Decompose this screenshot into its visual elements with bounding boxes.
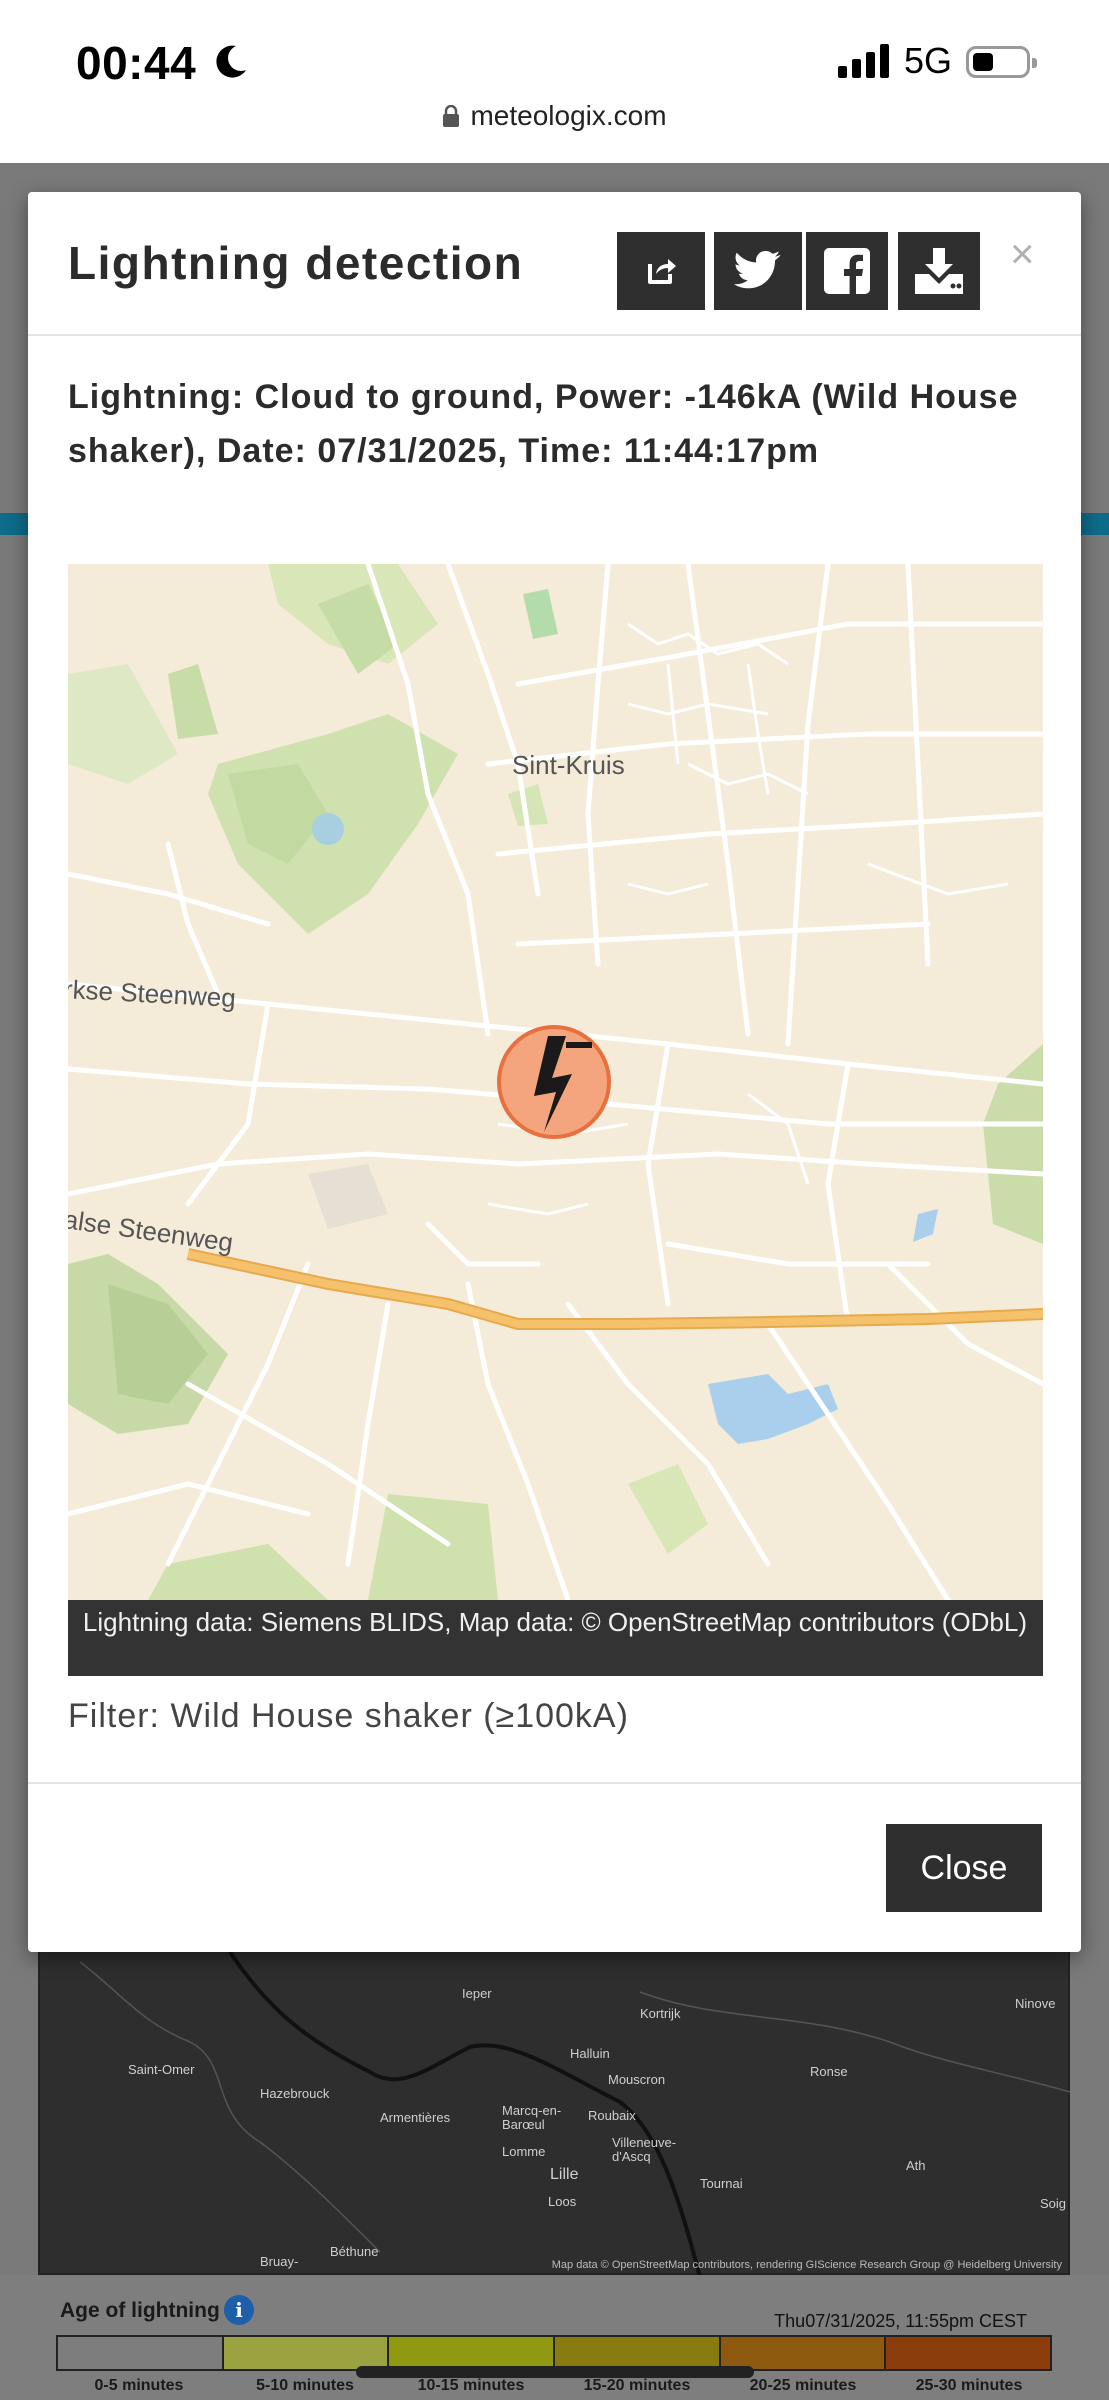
address-bar[interactable]: meteologix.com bbox=[0, 100, 1109, 132]
close-x-button[interactable]: × bbox=[1010, 230, 1035, 278]
place-label: Marcq-en-Barœul bbox=[502, 2103, 562, 2132]
legend-swatch bbox=[223, 2337, 390, 2369]
legend-swatch bbox=[58, 2337, 224, 2369]
share-button[interactable] bbox=[617, 232, 705, 310]
legend-swatch bbox=[720, 2337, 887, 2369]
place-label: Soig bbox=[1040, 2196, 1067, 2211]
url-text: meteologix.com bbox=[470, 100, 667, 131]
place-label: Kortrijk bbox=[640, 2006, 681, 2021]
moon-icon bbox=[216, 45, 246, 78]
legend-label: 25-30 minutes bbox=[915, 2377, 1023, 2394]
filter-label: Filter: Wild House shaker (≥100kA) bbox=[68, 1697, 629, 1735]
place-label: Tournai bbox=[700, 2176, 743, 2191]
legend-label: 15-20 minutes bbox=[583, 2377, 691, 2394]
lightning-location-map[interactable]: Sint-Kruis rkse Steenweg alse Steenweg bbox=[68, 564, 1043, 1600]
clock: 00:44 bbox=[76, 37, 197, 89]
lock-icon bbox=[443, 105, 460, 127]
lightning-age-legend: Age of lightning i Thu07/31/2025, 11:55p… bbox=[0, 2275, 1109, 2400]
network-type: 5G bbox=[904, 40, 953, 81]
facebook-icon bbox=[824, 248, 870, 294]
close-button[interactable]: Close bbox=[886, 1824, 1042, 1912]
facebook-button[interactable] bbox=[806, 232, 888, 310]
place-label: Ninove bbox=[1015, 1996, 1056, 2011]
legend-swatch bbox=[555, 2337, 721, 2369]
background-lightning-map[interactable]: Ieper Kortrijk Ninove Saint-Omer Hazebro… bbox=[38, 1950, 1071, 2277]
place-label: Mouscron bbox=[608, 2072, 666, 2087]
place-label: Villeneuve-d'Ascq bbox=[612, 2135, 677, 2164]
place-label: Halluin bbox=[570, 2046, 610, 2061]
battery-icon bbox=[966, 46, 1037, 78]
legend-label: 0-5 minutes bbox=[94, 2377, 184, 2394]
download-icon bbox=[915, 248, 963, 294]
modal-title: Lightning detection bbox=[68, 237, 524, 289]
place-label: Hazebrouck bbox=[260, 2086, 330, 2101]
place-label: Saint-Omer bbox=[128, 2062, 195, 2077]
map-tiles bbox=[68, 564, 1043, 1600]
place-label: Roubaix bbox=[588, 2108, 636, 2123]
map-attribution: Lightning data: Siemens BLIDS, Map data:… bbox=[68, 1600, 1043, 1676]
map-label-place: Sint-Kruis bbox=[512, 750, 625, 780]
legend-title: Age of lightning bbox=[60, 2299, 220, 2322]
status-bar: 00:44 5G meteologix.com bbox=[0, 0, 1109, 163]
lightning-strike-marker[interactable] bbox=[497, 1025, 611, 1139]
info-icon[interactable]: i bbox=[224, 2295, 254, 2325]
place-label: Béthune bbox=[330, 2244, 379, 2259]
modal-header: Lightning detection × bbox=[28, 192, 1081, 336]
background-map-credit: Map data © OpenStreetMap contributors, r… bbox=[551, 2259, 1062, 2271]
share-icon bbox=[648, 259, 676, 284]
legend-swatch bbox=[389, 2337, 556, 2369]
download-button[interactable] bbox=[898, 232, 980, 310]
place-label: Lille bbox=[550, 2166, 579, 2183]
twitter-button[interactable] bbox=[714, 232, 802, 310]
place-label: Bruay- bbox=[260, 2254, 299, 2269]
legend-label: 5-10 minutes bbox=[256, 2377, 354, 2394]
lightning-details: Lightning: Cloud to ground, Power: -146k… bbox=[68, 378, 1019, 470]
twitter-icon bbox=[734, 251, 781, 289]
place-label: Ronse bbox=[810, 2064, 848, 2079]
legend-timestamp: Thu07/31/2025, 11:55pm CEST bbox=[774, 2311, 1027, 2331]
legend-label: 20-25 minutes bbox=[749, 2377, 857, 2394]
legend-labels: 0-5 minutes 5-10 minutes 10-15 minutes 1… bbox=[56, 2377, 1052, 2395]
signal-icon bbox=[838, 44, 889, 78]
legend-swatch bbox=[886, 2337, 1051, 2369]
place-label: Armentières bbox=[380, 2110, 451, 2125]
place-label: Loos bbox=[548, 2194, 577, 2209]
home-indicator[interactable] bbox=[356, 2366, 754, 2378]
lightning-detection-modal: Lightning detection × Lightning: Cloud t… bbox=[28, 192, 1081, 1952]
legend-label: 10-15 minutes bbox=[417, 2377, 525, 2394]
place-label: Ath bbox=[906, 2158, 926, 2173]
place-label: Lomme bbox=[502, 2144, 546, 2159]
place-label: Ieper bbox=[462, 1986, 492, 2001]
